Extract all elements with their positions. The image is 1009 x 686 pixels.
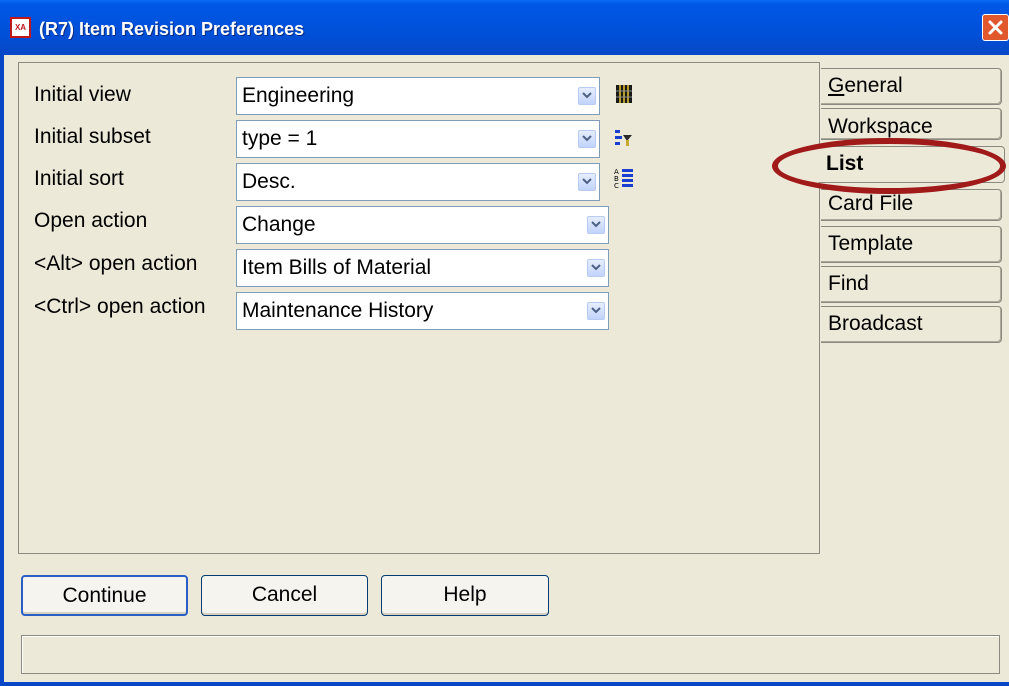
- initial-view-label: Initial view: [34, 83, 131, 106]
- tab-card-file-label: Card File: [828, 192, 914, 215]
- view-icon[interactable]: [614, 83, 634, 105]
- initial-sort-value: Desc.: [242, 170, 296, 193]
- initial-subset-label: Initial subset: [34, 125, 151, 148]
- open-action-select[interactable]: Change: [236, 206, 609, 244]
- ctrl-open-action-select[interactable]: Maintenance History: [236, 292, 609, 330]
- chevron-down-icon[interactable]: [587, 302, 605, 320]
- app-icon: XA: [10, 17, 31, 38]
- continue-button[interactable]: Continue: [21, 575, 188, 616]
- status-bar: [21, 635, 1000, 674]
- svg-text:C: C: [614, 182, 619, 189]
- close-button[interactable]: [982, 14, 1009, 41]
- initial-subset-value: type = 1: [242, 127, 318, 150]
- subset-icon[interactable]: [614, 127, 634, 149]
- tab-broadcast-label: Broadcast: [828, 312, 923, 335]
- initial-subset-select[interactable]: type = 1: [236, 120, 600, 158]
- open-action-value: Change: [242, 213, 316, 236]
- chevron-down-icon[interactable]: [578, 87, 596, 105]
- chevron-down-icon[interactable]: [578, 173, 596, 191]
- initial-sort-select[interactable]: Desc.: [236, 163, 600, 201]
- chevron-down-icon[interactable]: [587, 259, 605, 277]
- sort-icon[interactable]: A B C: [614, 167, 634, 190]
- tab-broadcast[interactable]: Broadcast: [821, 306, 1002, 343]
- continue-button-label: Continue: [62, 584, 147, 607]
- ctrl-open-action-value: Maintenance History: [242, 299, 434, 322]
- annotation-circle: [772, 138, 1006, 194]
- ctrl-open-action-label: <Ctrl> open action: [34, 295, 206, 318]
- alt-open-action-value: Item Bills of Material: [242, 256, 432, 279]
- chevron-down-icon[interactable]: [587, 216, 605, 234]
- tab-template-label: Template: [828, 232, 914, 255]
- tab-card-file[interactable]: Card File: [821, 189, 1002, 221]
- help-button-label: Help: [443, 583, 487, 606]
- initial-sort-label: Initial sort: [34, 167, 124, 190]
- tab-workspace[interactable]: Workspace: [821, 108, 1002, 140]
- cancel-button[interactable]: Cancel: [201, 575, 368, 616]
- tab-general-label: General: [828, 74, 903, 97]
- close-icon: [988, 20, 1003, 35]
- tab-template[interactable]: Template: [821, 226, 1002, 263]
- tab-find-label: Find: [828, 272, 869, 295]
- window-title: (R7) Item Revision Preferences: [39, 19, 305, 39]
- open-action-label: Open action: [34, 209, 148, 232]
- tab-find[interactable]: Find: [821, 266, 1002, 303]
- initial-view-value: Engineering: [242, 84, 355, 107]
- alt-open-action-label: <Alt> open action: [34, 252, 198, 275]
- title-bar[interactable]: XA (R7) Item Revision Preferences: [0, 0, 1009, 55]
- tab-general[interactable]: General: [821, 68, 1002, 105]
- cancel-button-label: Cancel: [251, 583, 318, 606]
- alt-open-action-select[interactable]: Item Bills of Material: [236, 249, 609, 287]
- tab-workspace-label: Workspace: [828, 115, 933, 138]
- help-button[interactable]: Help: [381, 575, 549, 616]
- initial-view-select[interactable]: Engineering: [236, 77, 600, 115]
- chevron-down-icon[interactable]: [578, 130, 596, 148]
